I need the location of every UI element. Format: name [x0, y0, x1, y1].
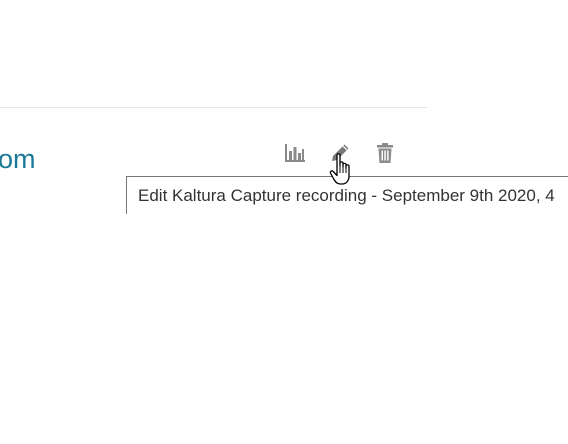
tooltip-text: Edit Kaltura Capture recording - Septemb… — [138, 186, 555, 205]
pencil-icon — [329, 142, 351, 164]
edit-button[interactable] — [328, 141, 352, 165]
edit-tooltip: Edit Kaltura Capture recording - Septemb… — [126, 176, 568, 214]
bar-chart-icon — [283, 142, 307, 164]
analytics-button[interactable] — [283, 141, 307, 165]
delete-button[interactable] — [373, 141, 397, 165]
trash-icon — [375, 142, 395, 164]
entry-title-link[interactable]: om — [0, 142, 36, 176]
page: om Edit Kaltura Capture recording - Sept… — [0, 0, 568, 444]
divider — [0, 107, 427, 108]
